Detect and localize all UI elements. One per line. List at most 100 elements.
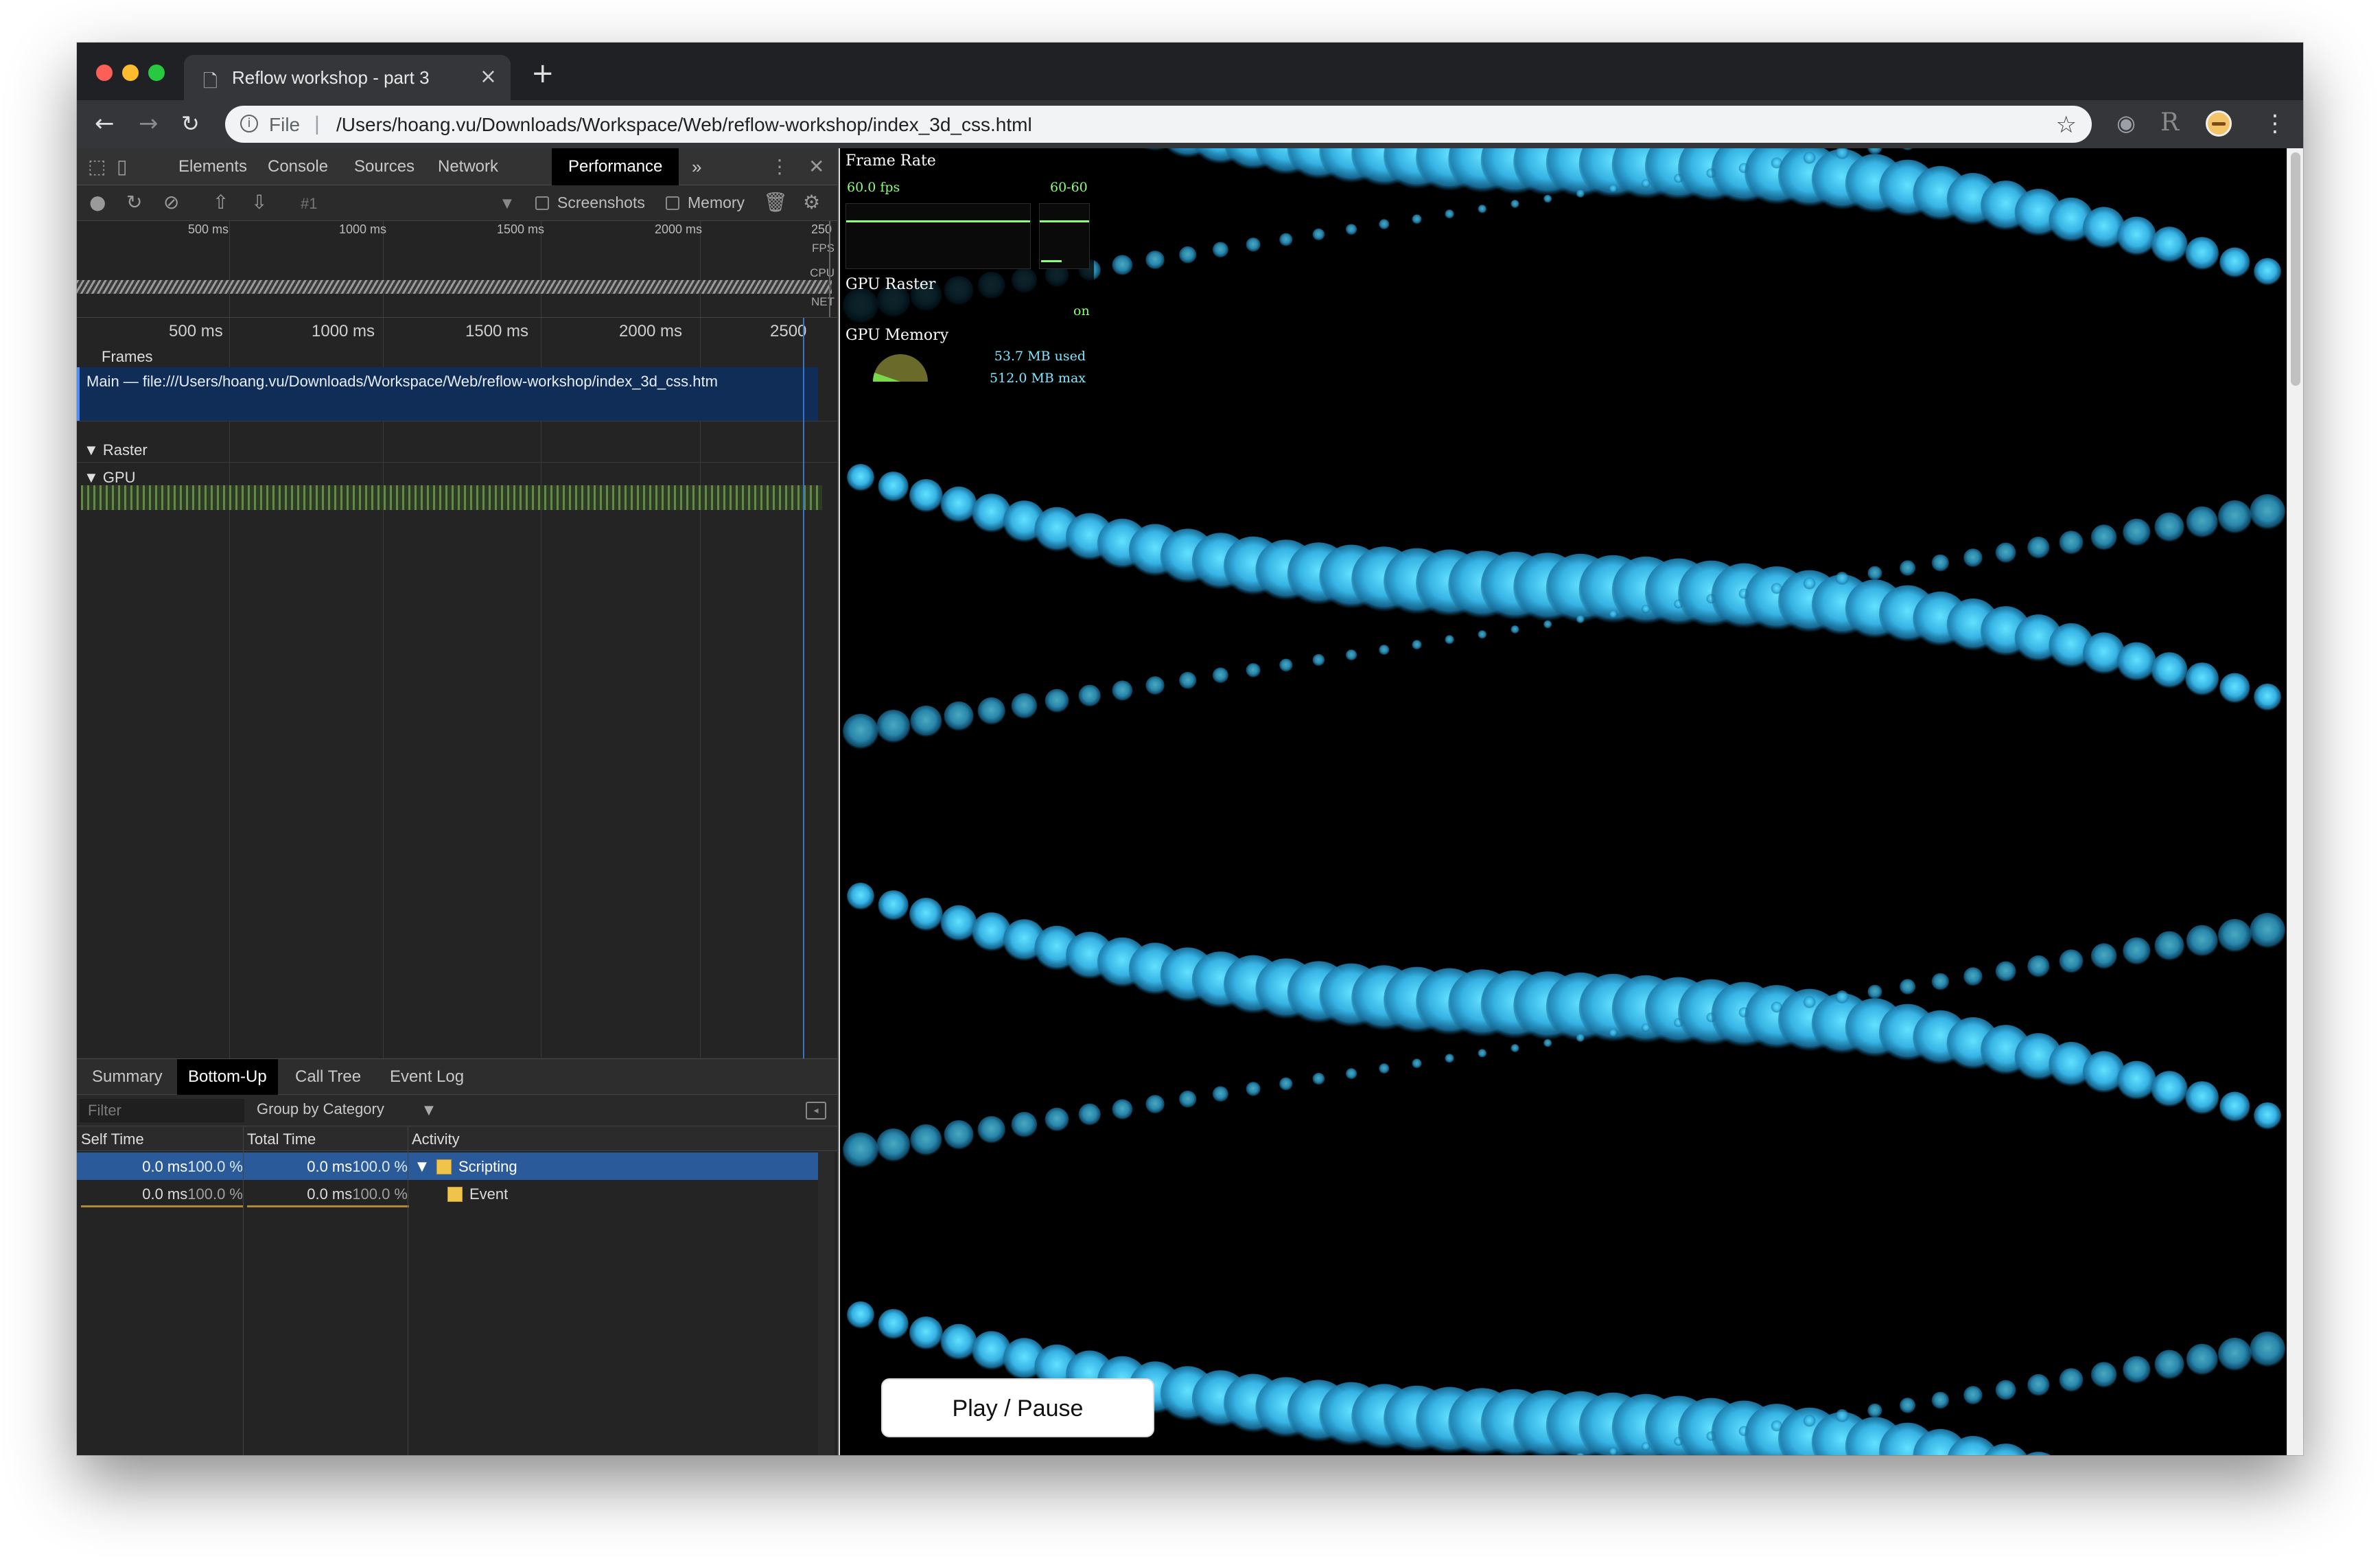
tab-bottom-up[interactable]: Bottom-Up bbox=[177, 1059, 278, 1095]
screenshots-checkbox[interactable] bbox=[535, 196, 549, 210]
sphere bbox=[2123, 518, 2151, 546]
page-viewport[interactable]: Frame Rate 60.0 fps 60-60 GPU Raster on … bbox=[840, 148, 2287, 1455]
tab-elements[interactable]: Elements bbox=[162, 148, 264, 185]
sphere bbox=[2123, 1356, 2151, 1384]
load-profile-icon[interactable]: ⇧ bbox=[213, 192, 229, 213]
sphere bbox=[1510, 1044, 1519, 1053]
url-text[interactable]: /Users/hoang.vu/Downloads/Workspace/Web/… bbox=[336, 114, 1032, 136]
sphere bbox=[2254, 258, 2281, 286]
chevron-down-icon[interactable]: ▼ bbox=[424, 1103, 434, 1117]
self-time-header[interactable]: Self Time bbox=[81, 1131, 144, 1148]
play-pause-button[interactable]: Play / Pause bbox=[881, 1378, 1154, 1437]
gpu-memory-title: GPU Memory bbox=[845, 327, 949, 344]
tab-console[interactable]: Console bbox=[251, 148, 345, 185]
window-minimize-button[interactable] bbox=[122, 65, 139, 81]
sphere bbox=[843, 1133, 878, 1168]
sphere bbox=[1867, 148, 1882, 155]
sphere bbox=[1379, 645, 1390, 656]
frame-rate-histogram bbox=[1039, 203, 1090, 269]
overview-selection[interactable] bbox=[77, 221, 830, 317]
page-scrollbar-thumb[interactable] bbox=[2291, 152, 2300, 386]
sphere bbox=[878, 890, 909, 921]
frames-track-label[interactable]: Frames bbox=[102, 348, 153, 366]
table-row[interactable]: 0.0 ms100.0 % 0.0 ms100.0 % Event bbox=[77, 1180, 818, 1207]
details-scrollbar[interactable] bbox=[818, 1151, 835, 1455]
total-time-percent: 100.0 % bbox=[352, 1185, 408, 1203]
sphere bbox=[1112, 1099, 1133, 1120]
tab-event-log[interactable]: Event Log bbox=[379, 1059, 475, 1095]
expand-caret-icon[interactable]: ▼ bbox=[417, 1159, 427, 1174]
devtools-menu-icon[interactable]: ⋮ bbox=[770, 156, 789, 177]
main-thread-track[interactable]: Main — file:///Users/hoang.vu/Downloads/… bbox=[77, 367, 818, 421]
sphere bbox=[1078, 684, 1101, 708]
info-icon[interactable]: i bbox=[240, 115, 258, 132]
sphere bbox=[2027, 536, 2050, 559]
column-divider[interactable] bbox=[243, 1126, 244, 1455]
browser-menu-icon[interactable]: ⋮ bbox=[2263, 110, 2287, 137]
tab-sources[interactable]: Sources bbox=[338, 148, 431, 185]
raster-track-label[interactable]: ▼ Raster bbox=[84, 441, 148, 459]
tab-summary[interactable]: Summary bbox=[81, 1059, 174, 1095]
gpu-activity-bars[interactable] bbox=[81, 485, 822, 510]
reload-icon[interactable]: ↻ bbox=[181, 111, 200, 136]
recording-select[interactable]: #1 bbox=[301, 195, 317, 213]
timeline-flame-chart[interactable]: 500 ms 1000 ms 1500 ms 2000 ms 2500 Fram… bbox=[77, 317, 837, 1059]
memory-checkbox[interactable] bbox=[666, 196, 679, 210]
self-time-cell: 0.0 ms100.0 % bbox=[82, 1185, 243, 1203]
rendering-stats-overlay: Frame Rate 60.0 fps 60-60 GPU Raster on … bbox=[840, 148, 1094, 402]
sphere bbox=[2186, 925, 2218, 957]
sphere bbox=[2185, 237, 2219, 270]
clear-icon[interactable]: ⊘ bbox=[163, 192, 179, 213]
record-icon[interactable]: ● bbox=[89, 192, 106, 213]
sphere bbox=[2123, 937, 2151, 966]
browser-tab[interactable]: 🗋 Reflow workshop - part 3 × bbox=[184, 55, 511, 100]
window-close-button[interactable] bbox=[96, 65, 113, 81]
r-extension-icon[interactable]: R bbox=[2160, 108, 2179, 137]
more-tabs-icon[interactable]: » bbox=[675, 148, 718, 185]
window-maximize-button[interactable] bbox=[148, 65, 165, 81]
burger-extension-icon[interactable] bbox=[2206, 111, 2232, 137]
trash-icon[interactable]: 🗑 bbox=[763, 192, 788, 213]
timeline-gridline bbox=[383, 318, 384, 1059]
table-row[interactable]: 0.0 ms100.0 % 0.0 ms100.0 % ▼ Scripting bbox=[77, 1152, 818, 1180]
sphere bbox=[1576, 1034, 1585, 1043]
activity-header[interactable]: Activity bbox=[412, 1131, 460, 1148]
sphere bbox=[843, 714, 878, 750]
gpu-raster-state: on bbox=[1073, 303, 1090, 318]
timeline-overview[interactable]: 500 ms 1000 ms 1500 ms 2000 ms 250 FPS C… bbox=[77, 221, 837, 317]
timeline-tick: 1500 ms bbox=[465, 322, 529, 340]
sphere bbox=[2254, 684, 2281, 711]
device-toolbar-icon[interactable]: ▯ bbox=[117, 156, 127, 177]
forward-arrow-icon[interactable]: → bbox=[139, 111, 159, 136]
total-time-header[interactable]: Total Time bbox=[247, 1131, 316, 1148]
total-time-bar bbox=[247, 1205, 409, 1207]
screenshots-label: Screenshots bbox=[557, 194, 645, 211]
fps-line bbox=[1040, 220, 1089, 222]
save-profile-icon[interactable]: ⇩ bbox=[251, 192, 267, 213]
toggle-sidebar-icon[interactable]: ◂ bbox=[806, 1102, 826, 1120]
sphere bbox=[2090, 1362, 2117, 1389]
inspect-element-icon[interactable]: ⬚ bbox=[88, 156, 106, 177]
filter-input[interactable] bbox=[80, 1099, 244, 1122]
address-bar[interactable]: i File | /Users/hoang.vu/Downloads/Works… bbox=[225, 106, 2092, 143]
tab-performance[interactable]: Performance bbox=[552, 148, 679, 185]
tab-call-tree[interactable]: Call Tree bbox=[284, 1059, 372, 1095]
settings-gear-icon[interactable]: ⚙ bbox=[803, 192, 820, 213]
tab-network[interactable]: Network bbox=[421, 148, 515, 185]
back-arrow-icon[interactable]: ← bbox=[95, 111, 115, 136]
chevron-down-icon[interactable]: ▼ bbox=[502, 196, 512, 211]
new-tab-button[interactable]: + bbox=[531, 58, 555, 89]
bookmark-star-icon[interactable]: ☆ bbox=[2056, 111, 2077, 139]
camera-extension-icon[interactable]: ◉ bbox=[2116, 110, 2136, 136]
sphere bbox=[2219, 1091, 2250, 1122]
group-by-select[interactable]: Group by Category bbox=[257, 1100, 435, 1122]
gpu-track-label[interactable]: ▼ GPU bbox=[84, 469, 136, 487]
sphere bbox=[977, 1116, 1005, 1144]
close-devtools-icon[interactable]: ✕ bbox=[808, 156, 824, 177]
reload-profile-icon[interactable]: ↻ bbox=[126, 192, 142, 213]
close-tab-icon[interactable]: × bbox=[480, 65, 497, 89]
page-scrollbar[interactable] bbox=[2287, 148, 2303, 1455]
sphere bbox=[1835, 1409, 1849, 1423]
sphere bbox=[1179, 671, 1197, 690]
sphere bbox=[1212, 1086, 1228, 1102]
